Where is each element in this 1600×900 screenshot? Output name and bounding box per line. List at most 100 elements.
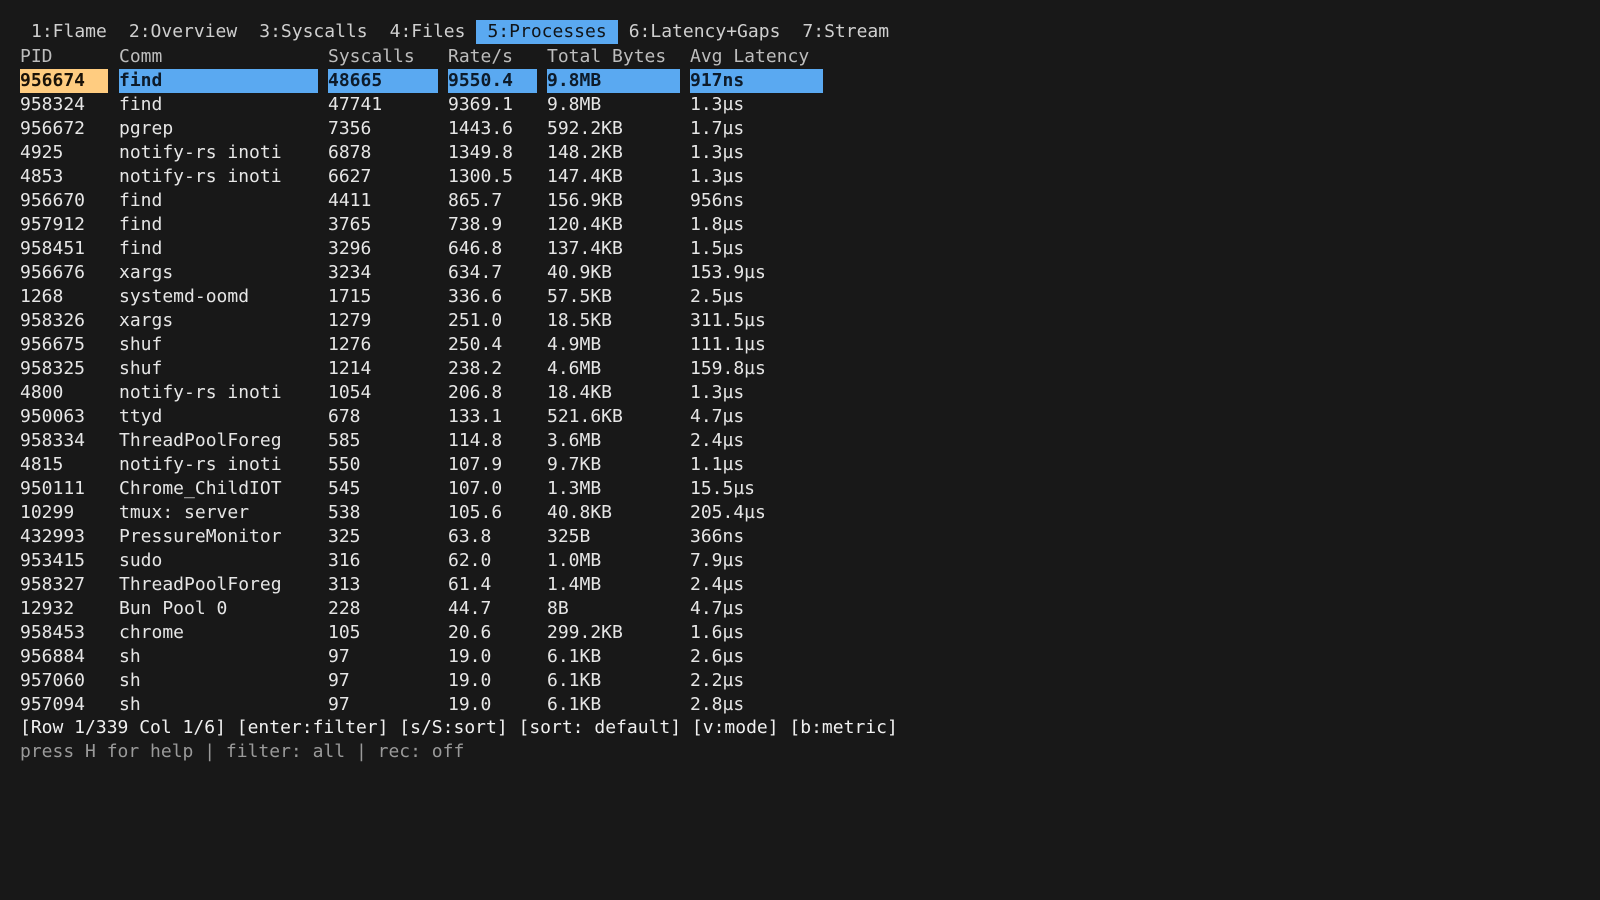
cell-avg-latency: 1.5µs bbox=[690, 238, 745, 259]
cell-syscalls: 678 bbox=[328, 406, 361, 427]
cell-avg-latency: 4.7µs bbox=[690, 406, 745, 427]
cell-avg-latency: 153.9µs bbox=[690, 262, 766, 283]
tab-stream[interactable]: 7:Stream bbox=[791, 20, 900, 44]
cell-avg-latency: 159.8µs bbox=[690, 358, 766, 379]
column-header-syscalls[interactable]: Syscalls bbox=[328, 45, 438, 69]
cell-syscalls: 97 bbox=[328, 670, 350, 691]
cell-comm: sh bbox=[119, 646, 141, 667]
cell-avg-latency: 2.6µs bbox=[690, 646, 745, 667]
cell-avg-latency: 2.8µs bbox=[690, 694, 745, 715]
cell-avg-latency: 1.8µs bbox=[690, 214, 745, 235]
cell-comm: notify-rs inoti bbox=[119, 142, 282, 163]
cell-avg-latency: 4.7µs bbox=[690, 598, 745, 619]
column-header-pid[interactable]: PID bbox=[20, 45, 108, 69]
cell-comm: Chrome_ChildIOT bbox=[119, 478, 282, 499]
cell-total-bytes: 147.4KB bbox=[547, 166, 623, 187]
cell-avg-latency: 311.5µs bbox=[690, 310, 766, 331]
cell-avg-latency: 366ns bbox=[690, 526, 745, 547]
cell-rate: 105.6 bbox=[448, 502, 503, 523]
cell-syscalls: 3296 bbox=[328, 238, 372, 259]
cell-syscalls: 97 bbox=[328, 694, 350, 715]
column-header-rate[interactable]: Rate/s bbox=[448, 45, 537, 69]
cell-total-bytes: 9.7KB bbox=[547, 454, 602, 475]
cell-total-bytes: 156.9KB bbox=[547, 190, 623, 211]
cell-pid: 956676 bbox=[20, 262, 86, 283]
cell-total-bytes: 1.3MB bbox=[547, 478, 602, 499]
cell-rate: 44.7 bbox=[448, 598, 492, 619]
tab-overview[interactable]: 2:Overview bbox=[118, 20, 248, 44]
column-header-avg-latency[interactable]: Avg Latency bbox=[690, 45, 823, 69]
cell-pid: 957060 bbox=[20, 670, 86, 691]
cell-pid: 1268 bbox=[20, 286, 64, 307]
cell-comm: find bbox=[119, 94, 163, 115]
cell-rate: 19.0 bbox=[448, 694, 492, 715]
cell-rate: 206.8 bbox=[448, 382, 503, 403]
tab-files[interactable]: 4:Files bbox=[379, 20, 477, 44]
cell-total-bytes: 592.2KB bbox=[547, 118, 623, 139]
cell-avg-latency: 1.7µs bbox=[690, 118, 745, 139]
cell-pid: 958327 bbox=[20, 574, 86, 595]
cell-total-bytes: 521.6KB bbox=[547, 406, 623, 427]
cell-rate: 1443.6 bbox=[448, 118, 514, 139]
cell-avg-latency: 2.2µs bbox=[690, 670, 745, 691]
cell-avg-latency: 1.1µs bbox=[690, 454, 745, 475]
tab-syscalls[interactable]: 3:Syscalls bbox=[248, 20, 378, 44]
cell-pid: 958324 bbox=[20, 94, 86, 115]
cell-rate: 646.8 bbox=[448, 238, 503, 259]
cell-rate: 63.8 bbox=[448, 526, 492, 547]
cell-comm: Bun Pool 0 bbox=[119, 598, 228, 619]
cell-pid: 956884 bbox=[20, 646, 86, 667]
help-hint: press H for help | filter: all | rec: of… bbox=[20, 741, 465, 762]
cell-syscalls: 3765 bbox=[328, 214, 372, 235]
cell-avg-latency: 111.1µs bbox=[690, 334, 766, 355]
tab-processes[interactable]: 5:Processes bbox=[476, 20, 618, 44]
cell-syscalls: 1054 bbox=[328, 382, 372, 403]
terminal-screen: 1:Flame 2:Overview 3:Syscalls 4:Files 5:Proc… bbox=[0, 0, 1600, 900]
cell-avg-latency: 7.9µs bbox=[690, 550, 745, 571]
cell-avg-latency: 1.3µs bbox=[690, 166, 745, 187]
cell-total-bytes: 57.5KB bbox=[547, 286, 613, 307]
cell-rate: 1349.8 bbox=[448, 142, 514, 163]
cell-rate: 62.0 bbox=[448, 550, 492, 571]
cell-pid: 957912 bbox=[20, 214, 86, 235]
cell-comm: ThreadPoolForeg bbox=[119, 430, 282, 451]
cell-total-bytes: 9.8MB bbox=[547, 69, 680, 93]
tab-flame[interactable]: 1:Flame bbox=[20, 20, 118, 44]
cell-total-bytes: 1.0MB bbox=[547, 550, 602, 571]
cell-total-bytes: 299.2KB bbox=[547, 622, 623, 643]
cell-pid: 958451 bbox=[20, 238, 86, 259]
cell-syscalls: 545 bbox=[328, 478, 361, 499]
cell-total-bytes: 148.2KB bbox=[547, 142, 623, 163]
status-line: [Row 1/339 Col 1/6] [enter:filter] [s/S:… bbox=[20, 717, 898, 738]
cell-avg-latency: 1.3µs bbox=[690, 142, 745, 163]
cell-pid: 4815 bbox=[20, 454, 64, 475]
column-header-total-bytes[interactable]: Total Bytes bbox=[547, 45, 680, 69]
cell-comm: PressureMonitor bbox=[119, 526, 282, 547]
cell-total-bytes: 6.1KB bbox=[547, 694, 602, 715]
tab-latency-gaps[interactable]: 6:Latency+Gaps bbox=[618, 20, 792, 44]
cell-rate: 107.0 bbox=[448, 478, 503, 499]
cell-syscalls: 1276 bbox=[328, 334, 372, 355]
column-header-comm[interactable]: Comm bbox=[119, 45, 318, 69]
cell-syscalls: 1715 bbox=[328, 286, 372, 307]
cell-total-bytes: 18.4KB bbox=[547, 382, 613, 403]
cell-comm: xargs bbox=[119, 310, 174, 331]
cell-syscalls: 47741 bbox=[328, 94, 383, 115]
cell-syscalls: 6627 bbox=[328, 166, 372, 187]
cell-pid: 958334 bbox=[20, 430, 86, 451]
cell-rate: 336.6 bbox=[448, 286, 503, 307]
cell-comm: shuf bbox=[119, 358, 163, 379]
cell-comm: ThreadPoolForeg bbox=[119, 574, 282, 595]
cell-comm: sudo bbox=[119, 550, 163, 571]
cell-avg-latency: 2.5µs bbox=[690, 286, 745, 307]
cell-rate: 9369.1 bbox=[448, 94, 514, 115]
cell-pid: 4800 bbox=[20, 382, 64, 403]
cell-syscalls: 313 bbox=[328, 574, 361, 595]
cell-total-bytes: 18.5KB bbox=[547, 310, 613, 331]
cell-comm: sh bbox=[119, 670, 141, 691]
cell-rate: 19.0 bbox=[448, 646, 492, 667]
cell-rate: 865.7 bbox=[448, 190, 503, 211]
cell-total-bytes: 4.9MB bbox=[547, 334, 602, 355]
cell-pid: 956675 bbox=[20, 334, 86, 355]
cell-total-bytes: 3.6MB bbox=[547, 430, 602, 451]
